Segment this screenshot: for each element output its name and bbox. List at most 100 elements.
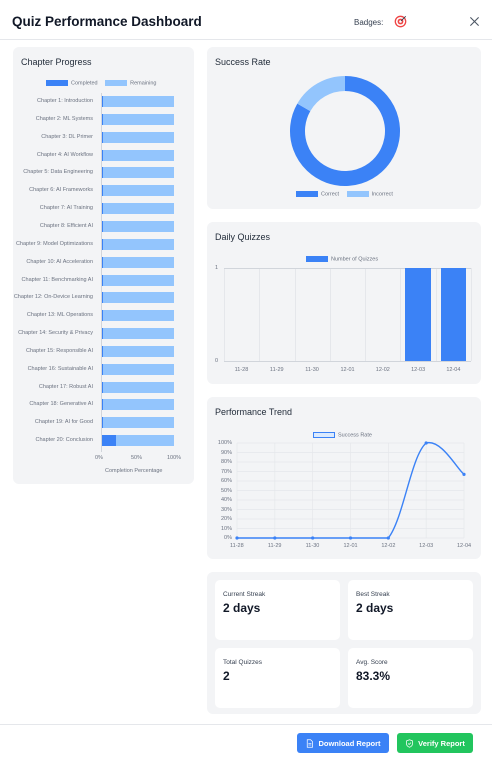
total-quizzes-card: Total Quizzes 2 [215,648,340,708]
chapter-label: Chapter 19: AI for Good [34,419,93,426]
y-tick-label: 0% [224,535,232,541]
grid-line [224,268,471,269]
chapter-label: Chapter 8: Efficient AI [39,222,93,229]
y-tick-label: 1 [215,265,219,271]
current-streak-card: Current Streak 2 days [215,580,340,640]
chapter-label: Chapter 5: Data Engineering [23,169,93,176]
download-report-label: Download Report [318,738,381,748]
data-point [386,536,390,540]
bar-remaining [102,113,174,125]
daily-quizzes-chart: 0 1 11-28 11-29 11-30 12-01 12-02 12-03 12-04 [207,222,481,384]
bar-remaining [102,399,174,411]
chapter-label: Chapter 20: Conclusion [35,437,93,444]
chapter-label: Chapter 14: Security & Privacy [18,330,93,337]
y-tick-label: 20% [220,516,232,522]
bar-remaining [102,256,174,268]
bar-remaining [102,292,174,304]
bar-remaining [102,328,174,340]
performance-trend-chart: 0% 10% 20% 30% 40% 50% 60% 70% 80% 90% 100% 11-28 11… [207,397,481,559]
chapter-label: Chapter 6: AI Frameworks [29,187,93,194]
legend-label-incorrect: Incorrect [371,191,393,198]
x-tick-label: 0% [95,455,103,461]
bar-remaining [102,185,174,197]
line-plot-area [235,441,466,540]
page-title: Quiz Performance Dashboard [12,14,202,29]
x-tick-label: 12-02 [375,367,390,373]
shield-check-icon [406,738,414,748]
download-report-button[interactable]: Download Report [297,733,389,753]
data-point [348,536,353,540]
x-tick-label: 11-28 [234,367,249,373]
grid-line [400,268,402,361]
daily-quizzes-card: Daily Quizzes Number of Quizzes 0 1 11-28 1… [207,222,481,384]
bar-remaining [102,417,174,429]
grid-line [224,268,225,361]
data-point [235,536,239,540]
chapter-label: Chapter 11: Benchmarking AI [21,276,93,283]
bar-remaining [116,435,174,447]
y-tick-label: 40% [220,497,232,503]
chapter-label: Chapter 2: ML Systems [35,115,93,122]
y-tick-label: 100% [217,440,232,446]
best-streak-value: 2 days [356,601,394,615]
verify-report-label: Verify Report [418,738,465,748]
y-tick-label: 90% [220,449,232,456]
avg-score-card: Avg. Score 83.3% [348,648,473,708]
current-streak-value: 2 days [223,601,261,615]
y-axis-line [101,93,102,452]
y-tick-label: 80% [220,459,232,465]
best-streak-label: Best Streak [356,591,390,598]
target-icon[interactable] [394,15,407,28]
x-tick-label: 12-03 [411,367,426,373]
bar-remaining [102,363,174,375]
verify-report-button[interactable]: Verify Report [397,733,473,753]
grid-line [329,268,331,361]
avg-score-label: Avg. Score [356,659,388,666]
x-tick-label: 12-02 [381,543,396,549]
chapter-label: Chapter 18: Generative AI [29,401,93,408]
document-icon [307,738,314,748]
x-tick-label: 11-30 [305,367,319,373]
grid-line [365,268,367,361]
bar-remaining [102,381,174,393]
grid-line [471,268,472,361]
footer-divider [0,724,492,725]
chapter-progress-chart: Chapter 1: Introduction Chapter 2: ML Sys… [13,47,194,484]
success-rate-card: Success Rate Correct Incorrect [207,47,481,209]
donut-slice-incorrect [297,76,346,112]
legend-swatch-correct [296,191,318,197]
close-icon[interactable] [469,16,480,27]
x-tick-label: 50% [131,455,143,461]
grid-line [294,268,296,361]
x-tick-label: 12-01 [343,543,358,549]
x-tick-label: 12-04 [446,367,461,373]
bar-quizzes [405,268,431,361]
y-tick-label: 30% [220,506,232,513]
badges-label: Badges: [354,18,384,27]
y-tick-label: 60% [220,478,232,484]
x-tick-label: 100% [167,455,182,461]
y-tick-label: 70% [220,468,232,475]
chapter-label: Chapter 15: Responsible AI [26,347,93,354]
bar-completed [102,435,117,447]
chapter-label: Chapter 12: On-Device Learning [13,294,93,301]
chapter-label: Chapter 4: AI Workflow [36,151,93,158]
chapter-label: Chapter 10: AI Acceleration [26,258,93,265]
grid-line [435,268,437,361]
y-tick-label: 50% [220,487,232,494]
chapter-label: Chapter 7: AI Training [39,205,93,212]
bar-remaining [102,238,174,250]
stats-card: Current Streak 2 days Best Streak 2 days… [207,572,481,714]
grid-line [259,268,261,361]
avg-score-value: 83.3% [356,669,391,683]
bar-remaining [102,274,174,286]
bar-quizzes [440,268,467,361]
data-point [311,536,315,540]
chapter-label: Chapter 3: DL Primer [41,133,93,140]
best-streak-card: Best Streak 2 days [348,580,473,640]
chapter-label: Chapter 1: Introduction [37,98,93,104]
performance-trend-card: Performance Trend Success Rate 0% 10% 20% 3… [207,397,481,559]
chapter-label: Chapter 16: Sustainable AI [27,365,93,372]
chapter-label: Chapter 17: Robust AI [38,383,93,390]
y-tick-label: 0 [215,358,219,364]
